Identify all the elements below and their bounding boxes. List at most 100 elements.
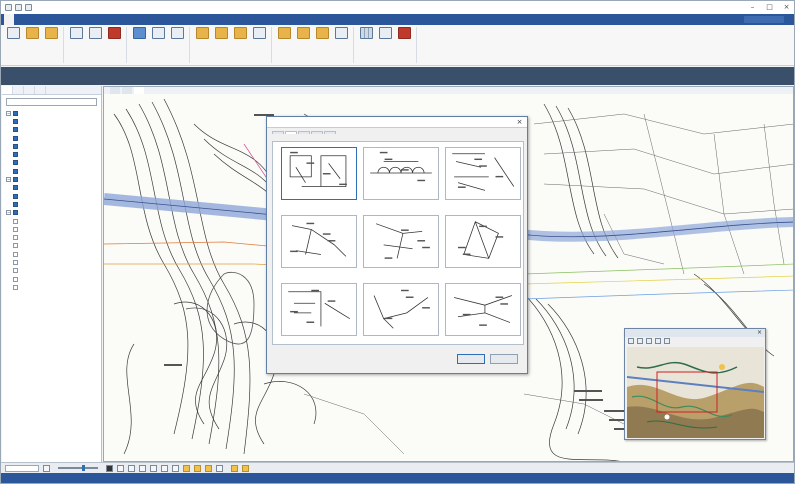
layer-checkbox[interactable] [13,210,18,216]
tree-item[interactable] [6,225,101,233]
template-thumbnail[interactable] [445,215,521,268]
ribbon-button[interactable] [194,27,210,40]
tree-item[interactable] [6,217,101,225]
tree-item[interactable]: − [6,175,101,183]
ribbon-tab[interactable] [196,14,206,25]
redo-icon[interactable] [25,4,32,11]
ribbon-button[interactable] [333,27,349,40]
lock-icon[interactable] [231,464,238,472]
line-icon[interactable] [128,464,135,472]
template-thumbnail[interactable] [363,283,439,336]
dialog-tab[interactable] [272,131,284,134]
ribbon-tab[interactable] [160,14,170,25]
ribbon-button[interactable] [68,27,84,40]
layer-panel-tab[interactable] [24,86,35,94]
snap-icon[interactable] [139,464,146,472]
tree-item[interactable]: − [6,109,101,117]
ribbon-button[interactable] [377,27,393,40]
overview-map[interactable] [627,347,764,438]
tree-item[interactable] [6,134,101,142]
template-thumbnail[interactable] [445,283,521,336]
ribbon-button[interactable] [295,27,311,40]
ok-button[interactable] [457,354,485,364]
layer-panel-combo[interactable] [6,98,97,106]
layer-checkbox[interactable] [13,284,18,290]
template-option[interactable] [445,283,521,345]
zoom-slider[interactable] [58,465,98,471]
save-icon[interactable] [5,4,12,11]
folder-icon[interactable] [205,464,212,472]
ribbon-tab[interactable] [4,14,14,25]
overview-close-button[interactable]: × [757,329,762,337]
ribbon-tab[interactable] [76,14,86,25]
collapse-icon[interactable]: − [6,110,11,116]
minimize-button[interactable]: – [748,3,757,11]
zoom-out-icon[interactable] [637,338,643,344]
ribbon-button[interactable] [5,27,21,40]
ribbon-tab[interactable] [64,14,74,25]
tree-item[interactable] [6,250,101,258]
close-button[interactable]: × [782,3,791,11]
ribbon-tab[interactable] [172,14,182,25]
grid-icon[interactable] [150,464,157,472]
dialog-tab[interactable] [324,131,336,134]
template-option[interactable] [281,147,357,209]
tree-item[interactable] [6,142,101,150]
layer-panel-tab[interactable] [13,86,24,94]
template-thumbnail[interactable] [363,215,439,268]
layer-checkbox[interactable] [13,168,18,174]
fit-icon[interactable] [655,338,661,344]
zoom-slider-knob[interactable] [82,465,85,471]
layer-checkbox[interactable] [13,152,18,158]
template-thumbnail[interactable] [445,147,521,200]
ribbon-tab[interactable] [100,14,110,25]
layer-checkbox[interactable] [13,160,18,166]
collapse-icon[interactable]: − [6,177,11,183]
ribbon-tab[interactable] [88,14,98,25]
ribbon-button[interactable] [43,27,59,40]
tree-item[interactable] [6,126,101,134]
measure-icon[interactable] [172,464,179,472]
layer-checkbox[interactable] [13,143,18,149]
tree-item[interactable]: − [6,209,101,217]
tree-item[interactable] [6,150,101,158]
ribbon-button[interactable] [213,27,229,40]
layer-checkbox[interactable] [13,135,18,141]
tree-item[interactable] [6,159,101,167]
refresh-icon[interactable] [664,338,670,344]
ribbon-tab[interactable] [136,14,146,25]
ribbon-button[interactable] [251,27,267,40]
color-swatch-icon[interactable] [106,464,113,472]
maximize-button[interactable]: □ [765,3,774,11]
tree-item[interactable] [6,167,101,175]
dialog-tab[interactable] [311,131,323,134]
ribbon-tab[interactable] [40,14,50,25]
star-icon[interactable] [242,464,249,472]
layer-checkbox[interactable] [13,127,18,133]
layer-checkbox[interactable] [13,251,18,257]
ribbon-tab[interactable] [112,14,122,25]
settings-icon[interactable] [216,464,223,472]
tree-item[interactable] [6,283,101,291]
layer-checkbox[interactable] [13,185,18,191]
ribbon-button[interactable] [24,27,40,40]
tree-item[interactable] [6,192,101,200]
zoom-in-icon[interactable] [628,338,634,344]
map-tab[interactable] [134,87,144,94]
map-tab[interactable] [122,87,132,94]
template-thumbnail[interactable] [363,147,439,200]
ribbon-tab[interactable] [16,14,26,25]
pan-icon[interactable] [646,338,652,344]
tree-item[interactable] [6,242,101,250]
marker-icon[interactable] [194,464,201,472]
template-option[interactable] [445,215,521,277]
layer-checkbox[interactable] [13,259,18,265]
layer-checkbox[interactable] [13,177,18,183]
layer-icon[interactable] [161,464,168,472]
ribbon-button[interactable] [131,27,147,40]
layer-checkbox[interactable] [13,235,18,241]
cancel-button[interactable] [490,354,518,364]
undo-icon[interactable] [15,4,22,11]
scale-field[interactable] [5,464,39,472]
ribbon-button[interactable] [314,27,330,40]
